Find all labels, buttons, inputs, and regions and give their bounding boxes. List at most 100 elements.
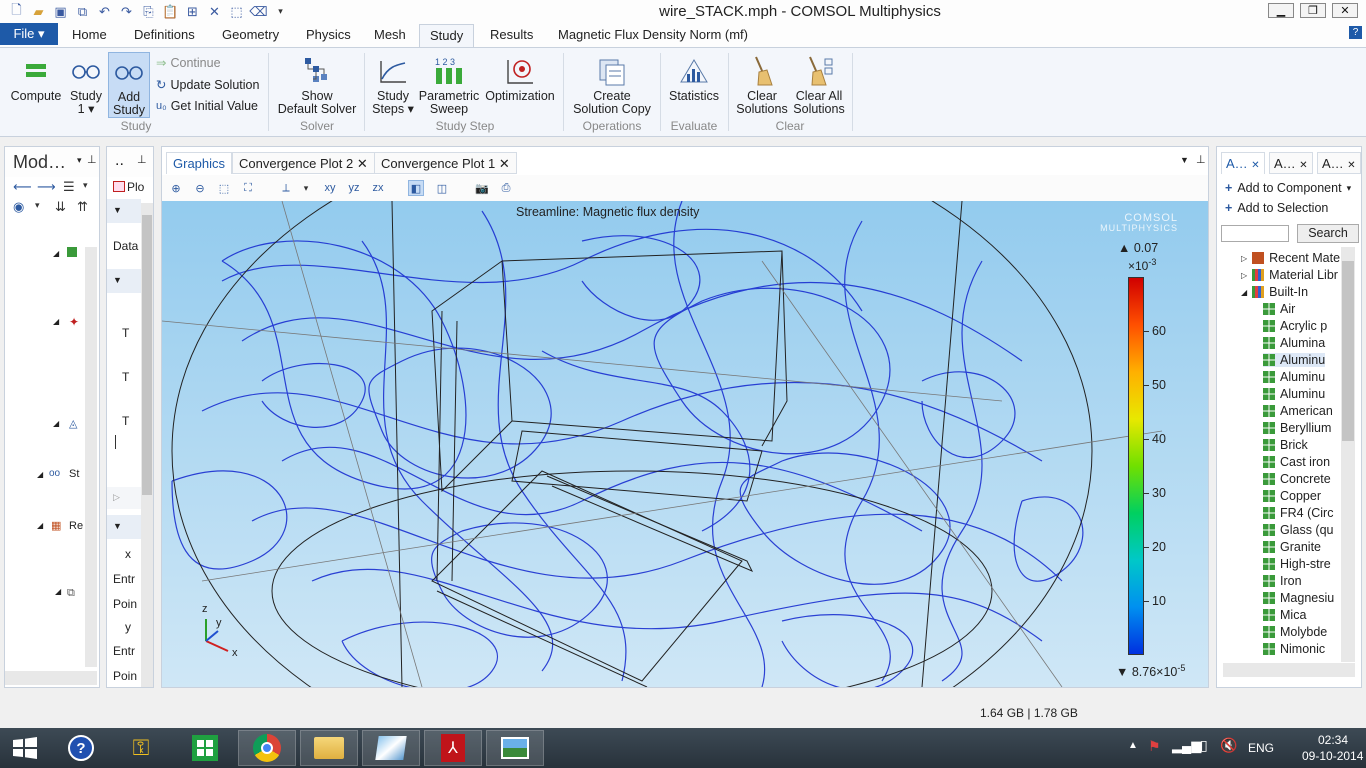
component-node-icon[interactable] (67, 247, 77, 257)
results-node-icon[interactable]: ▦ (51, 519, 61, 532)
clock-time[interactable]: 02:34 (1318, 733, 1348, 747)
tab-convergence-plot-2[interactable]: Convergence Plot 2 ✕ (232, 152, 375, 174)
new-file-icon[interactable]: 🗋 (6, 2, 27, 20)
redo-icon[interactable]: ↷ (116, 3, 137, 20)
add-study-button[interactable]: Add Study (108, 52, 150, 118)
material-item[interactable]: FR4 (Circ (1263, 506, 1333, 520)
tree-expander-icon[interactable]: ◢ (37, 521, 43, 530)
tray-expand-icon[interactable]: ▲ (1128, 740, 1138, 751)
taskbar-help-app[interactable]: ? (52, 730, 110, 766)
paste-icon[interactable]: 📋 (160, 3, 181, 20)
model-tree-scrollbar[interactable] (85, 247, 97, 667)
save-as-icon[interactable]: ⧉ (72, 3, 93, 20)
clear-selection-icon[interactable]: ⌫ (248, 3, 269, 20)
tree-expander-icon[interactable]: ◢ (53, 249, 59, 258)
view-xy-icon[interactable]: xy (322, 180, 338, 196)
list-view-icon[interactable]: ☰ (63, 179, 75, 195)
tab-geometry[interactable]: Geometry (220, 27, 281, 42)
tray-flag-icon[interactable]: ⚑ (1148, 738, 1161, 755)
volume-muted-icon[interactable]: 🔇 (1220, 737, 1237, 754)
material-item[interactable]: Mica (1263, 608, 1306, 622)
material-hscroll[interactable] (1223, 663, 1355, 677)
open-folder-icon[interactable]: ▰ (28, 3, 49, 20)
material-search-input[interactable] (1221, 225, 1289, 242)
material-item[interactable]: Brick (1263, 438, 1308, 452)
close-icon[interactable]: ✕ (1299, 160, 1307, 171)
axis-orientation-icon[interactable]: ⟂ (278, 180, 294, 196)
close-icon[interactable]: ✕ (357, 156, 368, 171)
tab-convergence-plot-1[interactable]: Convergence Plot 1 ✕ (374, 152, 517, 174)
file-menu-button[interactable]: File ▾ (0, 23, 58, 45)
tree-expander-icon[interactable]: ◢ (53, 317, 59, 326)
tab-study[interactable]: Study (419, 24, 475, 48)
select-all-icon[interactable]: ⬚ (226, 3, 247, 20)
start-button[interactable] (0, 730, 50, 766)
copy-icon[interactable]: ⎘ (138, 3, 159, 20)
tree-expander-icon[interactable]: ◢ (53, 419, 59, 428)
material-item[interactable]: Concrete (1263, 472, 1331, 486)
tree-folder-built-in[interactable]: ◢ Built-In (1241, 285, 1308, 299)
show-default-solver-button[interactable]: Show Default Solver (276, 54, 358, 116)
material-item[interactable]: Air (1263, 302, 1295, 316)
tab-home[interactable]: Home (70, 27, 109, 42)
material-item[interactable]: Iron (1263, 574, 1302, 588)
pin-icon[interactable]: ⊥ (1196, 153, 1206, 166)
create-solution-copy-button[interactable]: Create Solution Copy (568, 54, 656, 116)
show-icon[interactable]: ◉ (13, 199, 24, 215)
streamline-plot[interactable] (162, 201, 1208, 687)
clock-date[interactable]: 09-10-2014 (1302, 749, 1363, 763)
back-arrow-icon[interactable]: ⟵ (13, 179, 32, 195)
material-item[interactable]: Molybde (1263, 625, 1327, 639)
restore-button[interactable]: ❐ (1300, 3, 1326, 18)
material-item[interactable]: American (1263, 404, 1333, 418)
study-1-button[interactable]: Study 1 ▾ (66, 54, 106, 116)
battery-icon[interactable]: ▯ (1200, 737, 1208, 754)
settings-scrollbar[interactable] (141, 203, 153, 687)
pin-icon[interactable]: ⊥ (137, 153, 147, 166)
compute-button[interactable]: Compute (6, 54, 66, 103)
tab-magnetic-flux-density-norm[interactable]: Magnetic Flux Density Norm (mf) (556, 27, 750, 42)
close-icon[interactable]: ✕ (1347, 160, 1355, 171)
material-item[interactable]: High-stre (1263, 557, 1331, 571)
material-scrollbar[interactable] (1341, 247, 1355, 662)
close-icon[interactable]: ✕ (499, 156, 510, 171)
print-icon[interactable]: ⎙ (498, 180, 514, 196)
export-node-icon[interactable]: ⧉ (67, 587, 75, 600)
get-initial-value-button[interactable]: u₀ Get Initial Value (156, 99, 258, 113)
view-dropdown-icon[interactable]: ▾ (298, 180, 314, 196)
taskbar-comsol[interactable] (362, 730, 420, 766)
mesh-node-icon[interactable]: ◬ (69, 417, 77, 430)
duplicate-icon[interactable]: ⊞ (182, 3, 203, 20)
zoom-box-icon[interactable]: ⬚ (216, 180, 232, 196)
customize-dropdown-icon[interactable]: ▾ (270, 3, 291, 20)
view-zx-icon[interactable]: zx (370, 180, 386, 196)
add-to-selection-button[interactable]: + Add to Selection (1225, 201, 1328, 215)
study-node-label[interactable]: St (69, 468, 79, 480)
model-builder-menu-icon[interactable]: ▾ (77, 155, 82, 166)
section-header[interactable]: ▼ (107, 199, 141, 223)
material-item[interactable]: Glass (qu (1263, 523, 1334, 537)
scroll-thumb[interactable] (1342, 261, 1354, 441)
network-signal-icon[interactable]: ▂▄▆ (1172, 738, 1201, 754)
close-button[interactable]: ✕ (1332, 3, 1358, 18)
plot-button[interactable]: Plo (127, 180, 144, 194)
undo-icon[interactable]: ↶ (94, 3, 115, 20)
tab-definitions[interactable]: Definitions (132, 27, 197, 42)
graphics-canvas[interactable]: Streamline: Magnetic flux density COMSOL… (162, 201, 1208, 687)
camera-icon[interactable]: 📷 (474, 180, 490, 196)
material-item[interactable]: Magnesiu (1263, 591, 1334, 605)
material-item[interactable]: Nimonic (1263, 642, 1325, 656)
tab-add-study[interactable]: A… ✕ (1317, 152, 1361, 174)
statistics-button[interactable]: Statistics (664, 54, 724, 103)
view-yz-icon[interactable]: yz (346, 180, 362, 196)
tab-results[interactable]: Results (488, 27, 535, 42)
minimize-button[interactable]: ▁ (1268, 3, 1294, 18)
tab-graphics[interactable]: Graphics (166, 152, 233, 174)
tab-add-physics[interactable]: A… ✕ (1269, 152, 1313, 174)
taskbar-file-explorer[interactable] (300, 730, 358, 766)
save-icon[interactable]: ▣ (50, 3, 71, 20)
results-node-label[interactable]: Re (69, 520, 83, 532)
zoom-extents-icon[interactable]: ⛶ (240, 180, 256, 196)
tree-expander-icon[interactable]: ◢ (37, 470, 43, 479)
clear-all-solutions-button[interactable]: Clear All Solutions (792, 54, 846, 116)
